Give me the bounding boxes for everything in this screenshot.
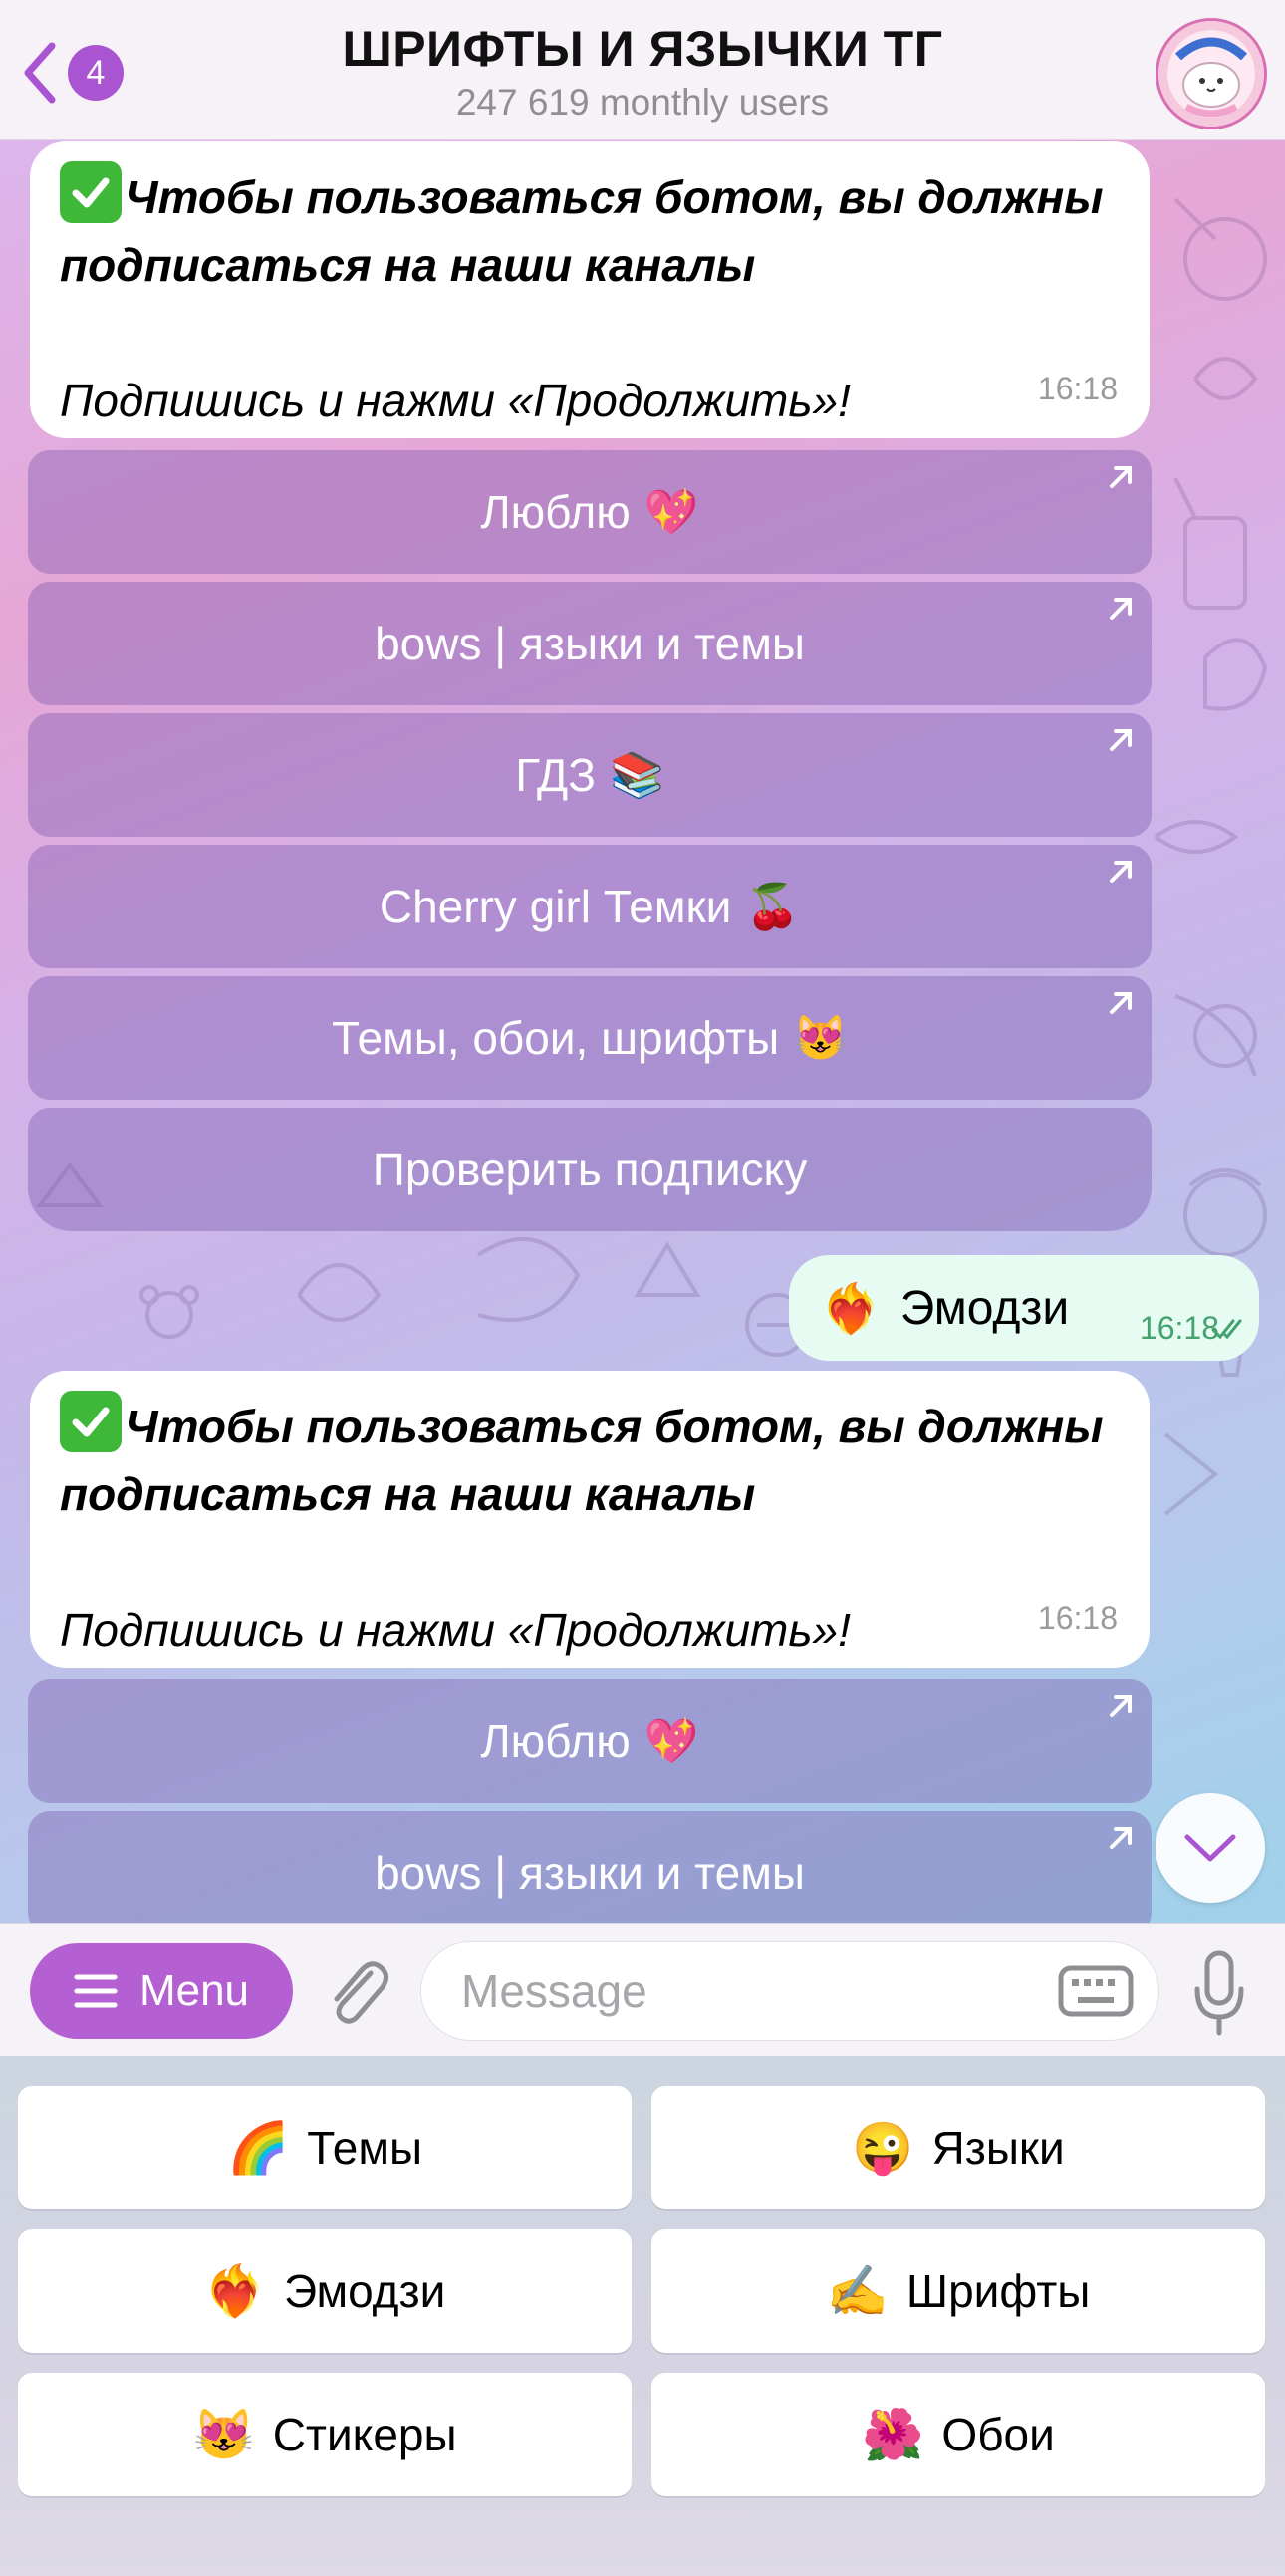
inline-button-check-subscription[interactable]: Проверить подписку (28, 1108, 1152, 1231)
hibiscus-emoji: 🌺 (862, 2406, 924, 2462)
button-label: Проверить подписку (372, 1144, 808, 1195)
scroll-to-bottom-button[interactable] (1156, 1793, 1265, 1903)
keyboard-button-label: Шрифты (905, 2265, 1091, 2317)
heart-on-fire-emoji: ❤️‍🔥 (203, 2262, 266, 2319)
message-italic-text: Подпишись и нажми «Продолжить»! (60, 1604, 851, 1656)
chat-subtitle: 247 619 monthly users (455, 82, 830, 123)
external-link-arrow-icon (1110, 992, 1132, 1014)
bot-menu-button[interactable]: Menu (30, 1943, 293, 2039)
bot-message: Чтобы пользоваться ботом, вы должны подп… (30, 141, 1150, 438)
button-label: Темы, обои, шрифты (331, 1012, 780, 1064)
inline-button-cherry-girl[interactable]: Cherry girl Темки 🍒 (28, 845, 1152, 968)
button-label: ГДЗ (515, 749, 596, 801)
external-link-arrow-icon (1110, 1827, 1132, 1849)
outgoing-text: Эмодзи (900, 1281, 1070, 1335)
button-label: Люблю (480, 1715, 631, 1767)
bot-message: Чтобы пользоваться ботом, вы должны подп… (30, 1371, 1150, 1668)
microphone-icon[interactable] (1191, 1949, 1247, 2037)
unread-badge: 4 (68, 45, 124, 101)
inline-button-lublyu[interactable]: Люблю 💖 (28, 450, 1152, 574)
chat-area[interactable]: Чтобы пользоваться ботом, вы должны подп… (0, 139, 1285, 1923)
sparkling-heart-emoji: 💖 (643, 1717, 699, 1766)
keyboard-button-label: Языки (931, 2122, 1065, 2174)
keyboard-icon[interactable] (1058, 1965, 1134, 2017)
external-link-arrow-icon (1110, 1695, 1132, 1717)
external-link-arrow-icon (1110, 861, 1132, 883)
keyboard-button-oboi[interactable]: 🌺 Обои (651, 2373, 1265, 2496)
chat-header: 4 ШРИФТЫ И ЯЗЫЧКИ ТГ 247 619 monthly use… (0, 0, 1285, 140)
message-time: 16:18 (1139, 1310, 1219, 1346)
attachment-paperclip-icon[interactable] (319, 1951, 394, 2031)
heart-on-fire-emoji: ❤️‍🔥 (821, 1282, 881, 1336)
rainbow-emoji: 🌈 (226, 2119, 290, 2176)
message-input-bar: Menu (0, 1923, 1285, 2057)
button-label: bows | языки и темы (375, 1847, 805, 1899)
message-bold-text: Чтобы пользоваться ботом, вы должны подп… (60, 1401, 1104, 1520)
outgoing-message: ❤️‍🔥 Эмодзи 16:18 (789, 1255, 1259, 1361)
message-input[interactable] (420, 1941, 1159, 2041)
inline-button-bows[interactable]: bows | языки и темы (28, 1811, 1152, 1923)
sparkling-heart-emoji: 💖 (643, 488, 699, 537)
button-label: Люблю (480, 486, 631, 538)
external-link-arrow-icon (1110, 729, 1132, 751)
heart-eyes-cat-emoji: 😻 (793, 1014, 849, 1063)
button-label: Cherry girl Темки (379, 881, 732, 932)
books-emoji: 📚 (609, 751, 664, 800)
winking-tongue-emoji: 😜 (852, 2119, 914, 2176)
checkmark-icon (60, 161, 122, 223)
button-label: bows | языки и темы (375, 618, 805, 669)
keyboard-button-temy[interactable]: 🌈 Темы (18, 2086, 632, 2209)
inline-button-lublyu[interactable]: Люблю 💖 (28, 1679, 1152, 1803)
keyboard-button-label: Темы (307, 2122, 423, 2174)
back-button[interactable]: 4 (18, 38, 137, 108)
keyboard-button-yazyki[interactable]: 😜 Языки (651, 2086, 1265, 2209)
inline-button-temy-oboi-shrifty[interactable]: Темы, обои, шрифты 😻 (28, 976, 1152, 1100)
keyboard-button-label: Эмодзи (283, 2265, 446, 2317)
chevron-down-icon (1184, 1834, 1236, 1862)
bot-reply-keyboard: 🌈 Темы 😜 Языки ❤️‍🔥 Эмодзи ✍️ Шрифты 😻 С… (0, 2056, 1285, 2576)
message-bold-text: Чтобы пользоваться ботом, вы должны подп… (60, 171, 1104, 291)
inline-button-bows[interactable]: bows | языки и темы (28, 582, 1152, 705)
message-time: 16:18 (1037, 371, 1118, 406)
keyboard-button-stikery[interactable]: 😻 Стикеры (18, 2373, 632, 2496)
cherries-emoji: 🍒 (745, 883, 801, 931)
double-check-read-icon (1211, 1319, 1242, 1340)
heart-eyes-cat-emoji: 😻 (192, 2406, 255, 2462)
inline-button-gdz[interactable]: ГДЗ 📚 (28, 713, 1152, 837)
menu-label: Menu (138, 1966, 250, 2015)
avatar-image (1158, 21, 1264, 127)
writing-hand-emoji: ✍️ (826, 2262, 889, 2319)
message-time: 16:18 (1037, 1600, 1118, 1636)
message-italic-text: Подпишись и нажми «Продолжить»! (60, 375, 851, 426)
chat-title[interactable]: ШРИФТЫ И ЯЗЫЧКИ ТГ (199, 20, 1086, 78)
hamburger-menu-icon (74, 1974, 118, 2008)
external-link-arrow-icon (1110, 466, 1132, 488)
keyboard-button-emodzi[interactable]: ❤️‍🔥 Эмодзи (18, 2229, 632, 2353)
keyboard-button-label: Обои (941, 2409, 1055, 2460)
keyboard-button-label: Стикеры (272, 2409, 457, 2460)
keyboard-button-shrifty[interactable]: ✍️ Шрифты (651, 2229, 1265, 2353)
chevron-left-icon (24, 42, 56, 104)
external-link-arrow-icon (1110, 598, 1132, 620)
checkmark-icon (60, 1391, 122, 1452)
bot-avatar[interactable] (1156, 18, 1267, 129)
